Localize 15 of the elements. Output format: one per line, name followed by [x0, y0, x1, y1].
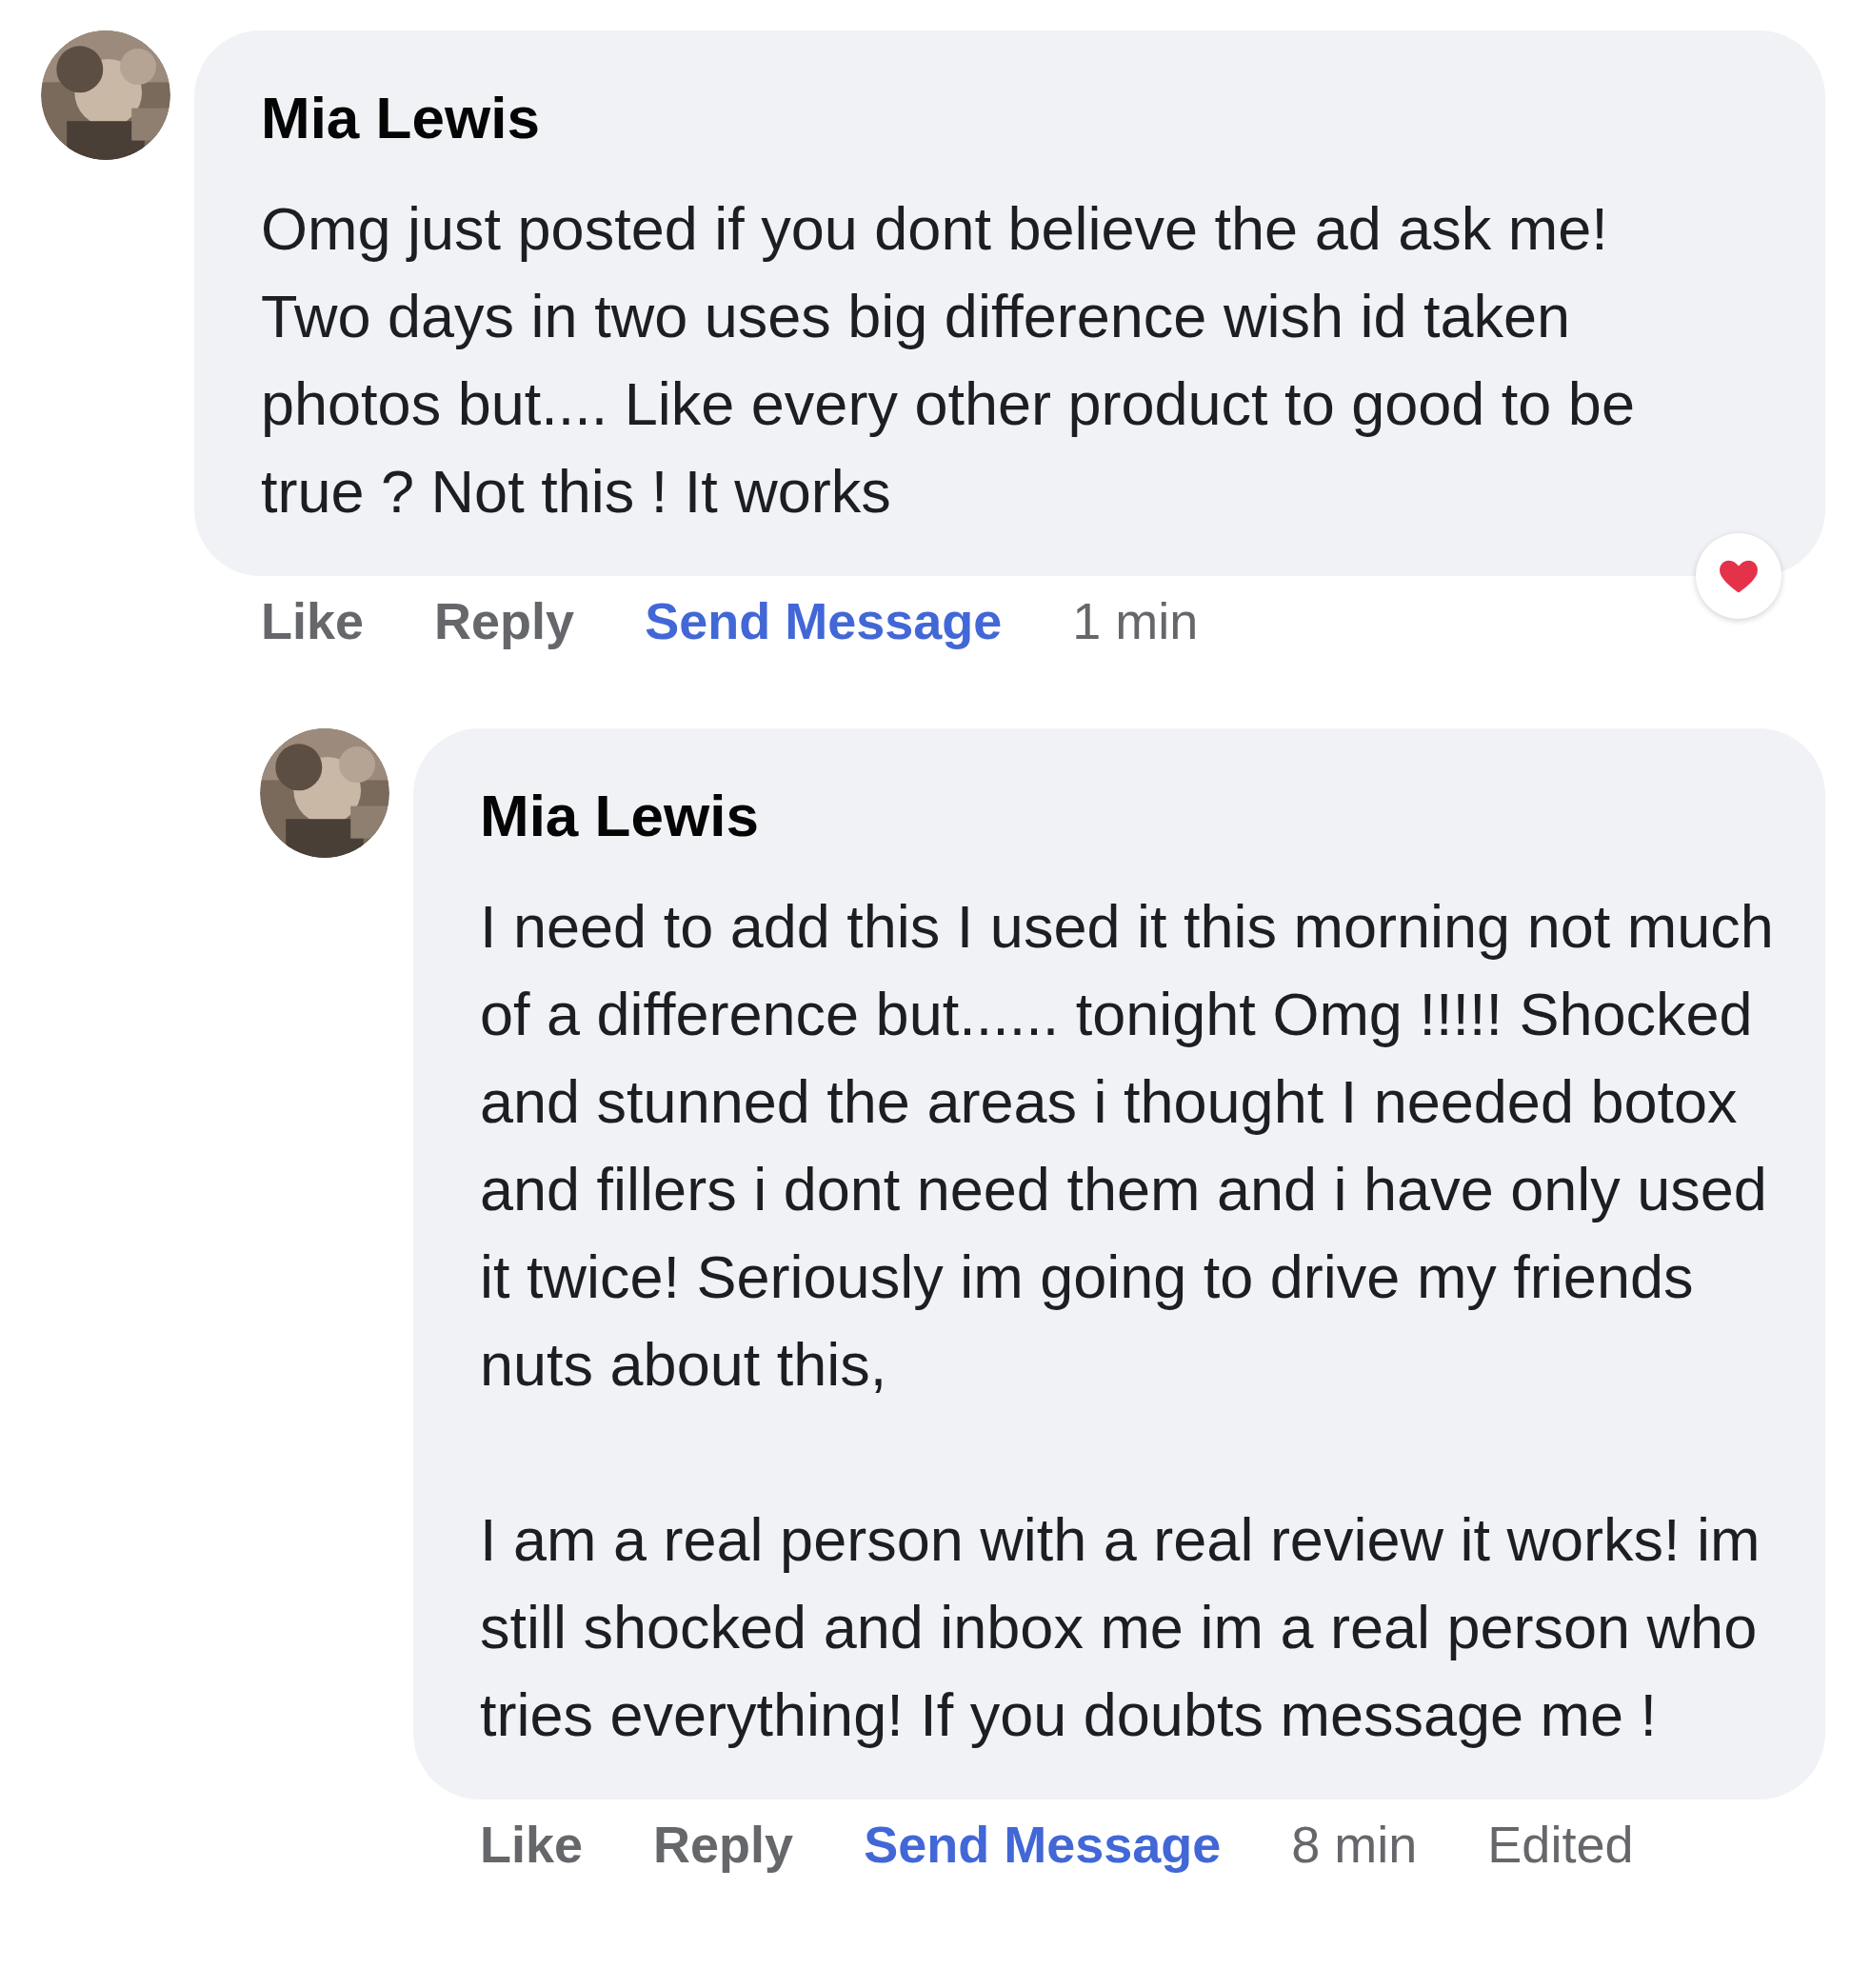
- comment-text: I need to add this I used it this morning not much of a difference but...... tonight Omg !!!!! Shocked and stunned the areas i thought I needed botox and fillers i dont need them and i have only used it twice! Seriously im going to drive my friends nuts about this,: [480, 892, 1775, 1400]
- action-link[interactable]: Send Message: [645, 592, 1003, 649]
- timestamp: 1 min: [1072, 592, 1199, 649]
- comment-text: I am a real person with a real review it works! im still shocked and inbox me im a real person who tries everything! If you doubts message me !: [480, 1505, 1762, 1750]
- action-link[interactable]: Send Message: [864, 1816, 1222, 1873]
- comment-text: Omg just posted if you dont believe the ad ask me! Two days in two uses big difference wish id taken photos but.... Like every other product to good to be true ? Not this ! It works: [261, 194, 1636, 527]
- action-link[interactable]: Reply: [434, 592, 575, 649]
- author-name[interactable]: Mia Lewis: [480, 772, 1791, 860]
- author-name[interactable]: Mia Lewis: [261, 74, 1682, 162]
- timestamp: Edited: [1487, 1816, 1634, 1873]
- action-link[interactable]: Like: [261, 592, 365, 649]
- action-link[interactable]: Reply: [653, 1816, 794, 1873]
- action-link[interactable]: Like: [480, 1816, 584, 1873]
- heart-reaction-icon[interactable]: [1696, 533, 1781, 619]
- timestamp: 8 min: [1291, 1816, 1418, 1873]
